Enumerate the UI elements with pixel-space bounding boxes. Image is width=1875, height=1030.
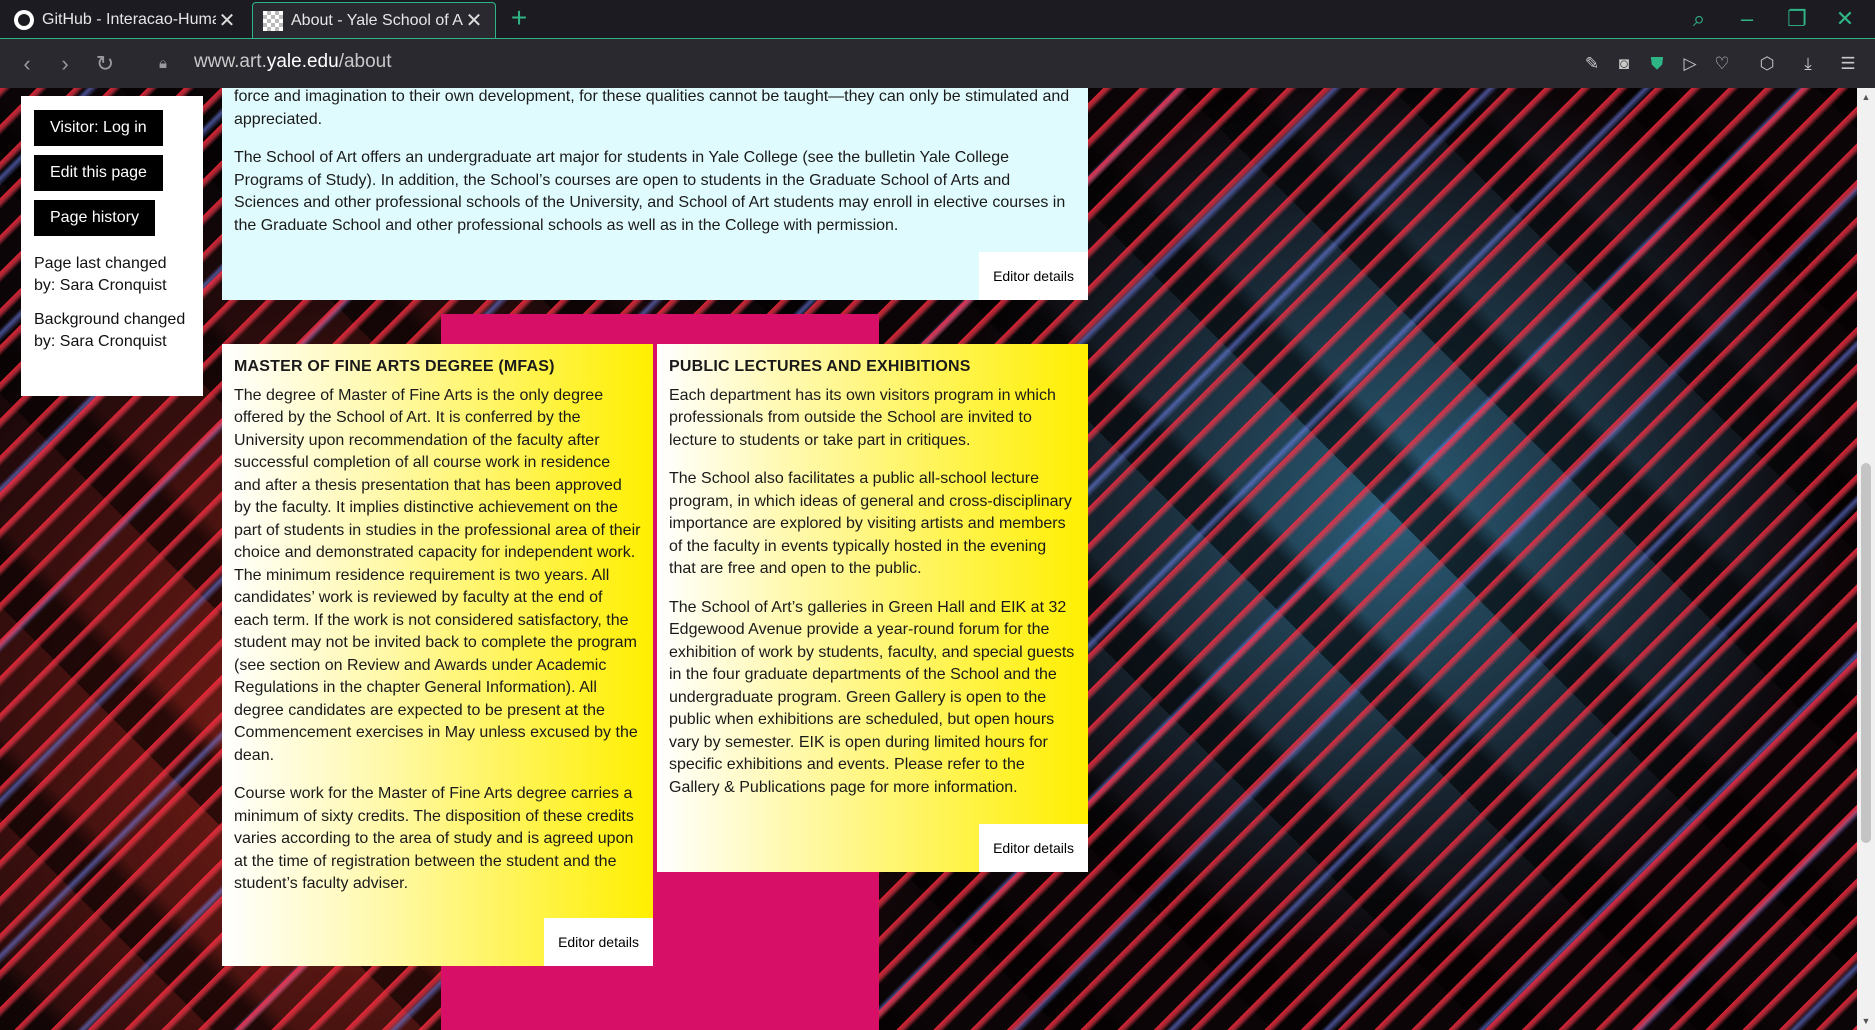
page-viewport: Visitor: Log in Edit this page Page hist…: [0, 88, 1857, 1030]
about-paragraph: The School of Art offers an undergraduat…: [234, 149, 1066, 234]
github-icon: [14, 10, 34, 30]
lectures-card: PUBLIC LECTURES AND EXHIBITIONS Each dep…: [657, 344, 1088, 872]
search-icon[interactable]: ⌕: [1682, 4, 1716, 34]
about-paragraph: force and imagination to their own devel…: [234, 88, 1070, 128]
minimize-button[interactable]: –: [1730, 4, 1764, 34]
scroll-thumb[interactable]: [1861, 463, 1871, 843]
lectures-paragraph: The School of Art’s galleries in Green H…: [669, 598, 1075, 796]
settings-icon[interactable]: ☰: [1836, 52, 1860, 76]
editor-details-button[interactable]: Editor details: [979, 251, 1088, 300]
heart-icon[interactable]: ♡: [1710, 52, 1734, 76]
mfa-paragraph: The degree of Master of Fine Arts is the…: [234, 386, 641, 764]
url-field[interactable]: www.art.yale.edu/about: [194, 51, 392, 73]
lock-icon[interactable]: 🔒︎: [148, 49, 178, 79]
scroll-up-icon[interactable]: ▲: [1861, 92, 1871, 102]
close-icon[interactable]: ✕: [216, 9, 238, 32]
mfa-paragraph: Course work for the Master of Fine Arts …: [234, 785, 634, 892]
lectures-paragraph: Each department has its own visitors pro…: [669, 386, 1056, 449]
background-changed-note: Background changed by: Sara Cronquist: [34, 311, 186, 350]
lectures-paragraph: The School also facilitates a public all…: [669, 470, 1072, 577]
tab-title: GitHub - Interacao-Human: [42, 11, 216, 28]
tab-bar: GitHub - Interacao-Human ✕ About - Yale …: [0, 0, 1875, 38]
restore-button[interactable]: ❐: [1780, 4, 1814, 34]
yale-favicon-icon: [263, 10, 283, 31]
vertical-scrollbar[interactable]: ▲ ▼: [1857, 88, 1875, 1030]
back-icon[interactable]: ‹: [12, 49, 42, 79]
url-domain: yale.edu: [266, 51, 339, 72]
url-path: /about: [338, 51, 392, 72]
lectures-heading: PUBLIC LECTURES AND EXHIBITIONS: [669, 358, 971, 375]
close-window-button[interactable]: ✕: [1828, 4, 1862, 34]
tab-yale-about[interactable]: About - Yale School of Art ✕: [252, 2, 496, 38]
tab-title: About - Yale School of Art: [291, 11, 463, 29]
new-tab-button[interactable]: +: [504, 4, 534, 34]
page-history-button[interactable]: Page history: [34, 200, 155, 236]
reload-icon[interactable]: ↻: [90, 49, 120, 79]
sidebar-panel: Visitor: Log in Edit this page Page hist…: [21, 96, 203, 396]
about-card: force and imagination to their own devel…: [222, 88, 1088, 300]
mfa-card: MASTER OF FINE ARTS DEGREE (MFAS) The de…: [222, 344, 653, 966]
editor-details-button[interactable]: Editor details: [544, 917, 653, 966]
send-icon[interactable]: ▷: [1678, 52, 1702, 76]
shield-icon[interactable]: ⛊: [1645, 52, 1669, 76]
download-icon[interactable]: ⤓: [1796, 52, 1820, 76]
url-prefix: www.art.: [194, 51, 267, 72]
address-bar: ‹ › ↻ 🔒︎ www.art.yale.edu/about ✎ ◙ ⛊ ▷ …: [0, 38, 1875, 88]
visitor-login-button[interactable]: Visitor: Log in: [34, 110, 163, 146]
forward-icon[interactable]: ›: [50, 49, 80, 79]
last-changed-note: Page last changed by: Sara Cronquist: [34, 255, 167, 294]
scroll-down-icon[interactable]: ▼: [1861, 1016, 1871, 1026]
close-icon[interactable]: ✕: [463, 10, 485, 32]
edit-page-button[interactable]: Edit this page: [34, 155, 163, 191]
mfa-heading: MASTER OF FINE ARTS DEGREE (MFAS): [234, 358, 555, 375]
edit-icon[interactable]: ✎: [1580, 52, 1604, 76]
camera-icon[interactable]: ◙: [1612, 52, 1636, 76]
tab-github[interactable]: GitHub - Interacao-Human ✕: [4, 2, 248, 38]
editor-details-button[interactable]: Editor details: [979, 823, 1088, 872]
cube-icon[interactable]: ⬡: [1755, 52, 1779, 76]
